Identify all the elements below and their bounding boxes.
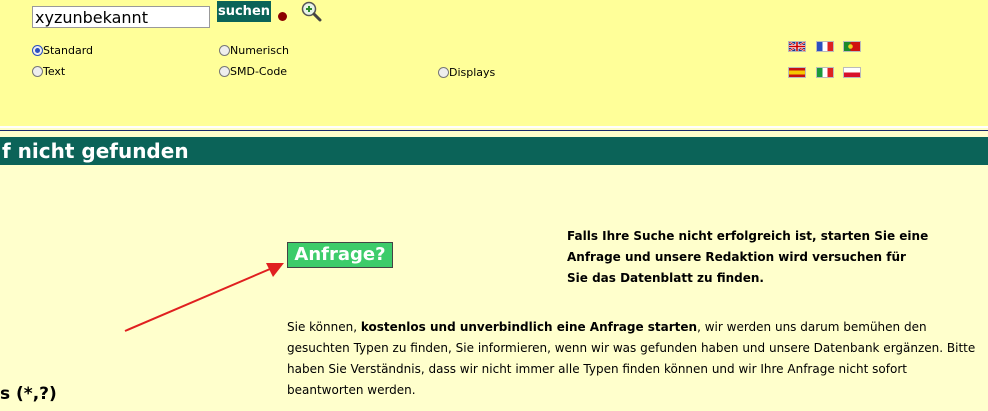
request-prompt-line: Anfrage und unsere Redaktion wird versuc… <box>567 250 906 264</box>
radio-displays-label: Displays <box>449 66 496 79</box>
radio-standard[interactable]: Standard <box>32 44 93 57</box>
request-prompt-line: Sie das Datenblatt zu finden. <box>567 271 764 285</box>
radio-displays-control[interactable] <box>438 67 449 78</box>
italian-flag-icon[interactable] <box>816 67 834 78</box>
zoom-magnifier-icon[interactable] <box>300 0 322 22</box>
radio-smd-code-label: SMD-Code <box>230 65 288 78</box>
english-flag-icon[interactable] <box>788 41 806 52</box>
radio-displays[interactable]: Displays <box>438 66 495 79</box>
search-input[interactable] <box>32 6 210 28</box>
divider-dark <box>0 130 988 131</box>
search-header: suchen Standard Numerisch Text SMD-Code … <box>0 0 988 126</box>
radio-standard-label: Standard <box>43 44 94 57</box>
radio-numerisch-label: Numerisch <box>230 44 290 57</box>
french-flag-icon[interactable] <box>816 41 834 52</box>
portuguese-flag-icon[interactable] <box>843 41 861 52</box>
radio-numerisch-control[interactable] <box>219 45 230 56</box>
radio-standard-control[interactable] <box>32 45 43 56</box>
search-button[interactable]: suchen <box>217 1 271 22</box>
status-dot-icon <box>278 12 287 21</box>
divider-light <box>0 126 988 128</box>
page-title: f nicht gefunden <box>2 139 189 163</box>
radio-text-label: Text <box>43 65 66 78</box>
info-bold: kostenlos und unverbindlich eine Anfrage… <box>360 320 698 334</box>
radio-text[interactable]: Text <box>32 65 65 78</box>
info-part1: Sie können, <box>287 320 361 334</box>
spanish-flag-icon[interactable] <box>788 67 806 78</box>
radio-smd-code[interactable]: SMD-Code <box>219 65 287 78</box>
radio-text-control[interactable] <box>32 66 43 77</box>
anfrage-button[interactable]: Anfrage? <box>287 242 393 268</box>
pointer-arrow-icon <box>124 263 284 332</box>
request-prompt-text: Falls Ihre Suche nicht erfolgreich ist, … <box>567 226 977 289</box>
radio-numerisch[interactable]: Numerisch <box>219 44 289 57</box>
request-prompt-line: Falls Ihre Suche nicht erfolgreich ist, … <box>567 229 929 243</box>
polish-flag-icon[interactable] <box>843 67 861 78</box>
radio-smd-code-control[interactable] <box>219 66 230 77</box>
request-info-text: Sie können, kostenlos und unverbindlich … <box>287 317 987 401</box>
result-title-bar: f nicht gefunden <box>0 137 988 165</box>
wildcard-hint: s (*,?) <box>0 384 57 404</box>
